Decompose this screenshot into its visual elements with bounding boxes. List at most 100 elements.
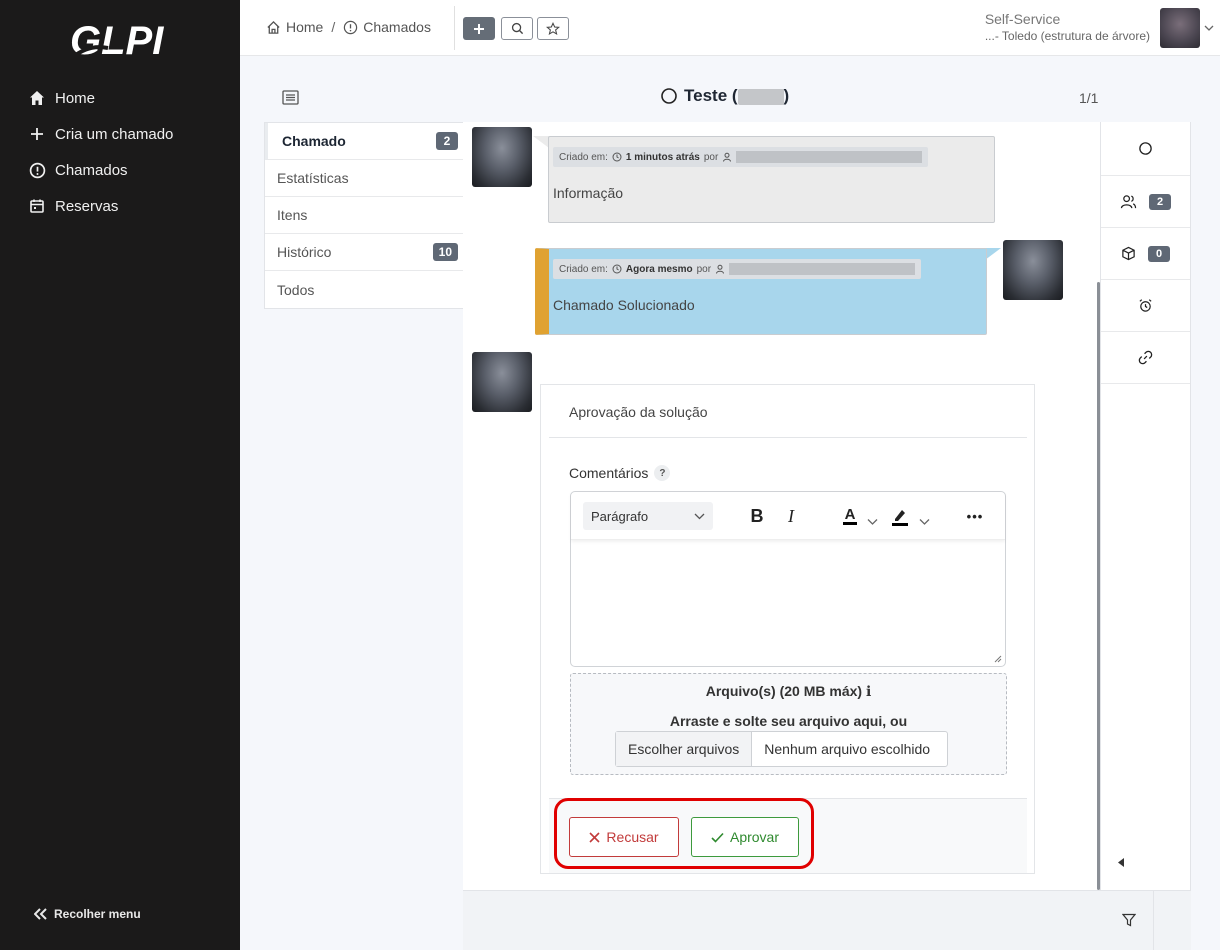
logo-text: GLPI (70, 19, 164, 63)
timeline-footer (463, 890, 1191, 950)
tab-items[interactable]: Itens (265, 197, 463, 234)
sidebar-item-label: Cria um chamado (55, 125, 174, 143)
calendar-icon (28, 197, 46, 215)
scrollbar[interactable] (1097, 282, 1100, 890)
profile-name: Self-Service (984, 11, 1061, 27)
by-label: por (703, 151, 719, 163)
created-label: Criado em: (559, 151, 608, 163)
editor-toolbar: Parágrafo B I A ••• (571, 492, 1005, 540)
items-button[interactable]: 0 (1101, 228, 1190, 280)
clock-icon (612, 264, 622, 274)
double-chevron-left-icon (34, 908, 48, 920)
actors-button[interactable]: 2 (1101, 176, 1190, 228)
resize-handle-icon[interactable] (993, 654, 1002, 663)
dropzone-title-text: Arquivo(s) (20 MB máx) (705, 683, 863, 699)
breadcrumb-tickets[interactable]: Chamados (343, 19, 431, 35)
font-color-button[interactable]: A (839, 504, 861, 528)
bold-button[interactable]: B (747, 504, 767, 528)
font-color-label: A (842, 506, 858, 525)
sidebar-item-tickets[interactable]: Chamados (0, 152, 240, 188)
search-button[interactable] (501, 17, 533, 40)
filter-timeline-button[interactable] (1104, 890, 1154, 950)
entity-label: ...- Toledo (estrutura de árvore) (984, 29, 1150, 43)
breadcrumb-separator: / (331, 19, 336, 35)
ticket-pager: 1/1 (1079, 90, 1099, 106)
info-icon[interactable]: ℹ (866, 683, 871, 699)
created-label: Criado em: (559, 263, 608, 275)
tab-count-badge: 10 (432, 243, 458, 261)
sidebar-item-create-ticket[interactable]: Cria um chamado (0, 116, 240, 152)
paragraph-format-select[interactable]: Parágrafo (583, 502, 713, 530)
breadcrumb-home[interactable]: Home (266, 19, 323, 35)
italic-button[interactable]: I (781, 504, 801, 528)
user-icon (723, 152, 732, 162)
bookmark-button[interactable] (537, 17, 569, 40)
marker-icon (892, 510, 908, 526)
by-label: por (696, 263, 712, 275)
help-icon[interactable]: ? (654, 465, 671, 481)
actors-count-badge: 2 (1149, 193, 1171, 210)
tab-count-badge: 2 (436, 132, 458, 150)
sidebar-item-label: Chamados (55, 161, 128, 179)
created-time: 1 minutos atrás (625, 151, 700, 163)
add-button[interactable] (463, 17, 495, 40)
alert-circle-icon (28, 161, 46, 179)
tab-statistics[interactable]: Estatísticas (265, 160, 463, 197)
comments-label: Comentários ? (569, 465, 671, 481)
collapse-menu-button[interactable]: Recolher menu (34, 907, 141, 921)
chevron-down-icon (694, 513, 705, 519)
author-avatar (472, 352, 532, 412)
ticket-title-close: ) (783, 86, 790, 105)
toggle-list-icon[interactable] (282, 90, 299, 105)
sidebar-item-home[interactable]: Home (0, 80, 240, 116)
tab-label: Todos (277, 281, 315, 298)
sidebar-item-label: Home (55, 89, 96, 107)
divider (549, 437, 1027, 438)
status-new-icon (661, 88, 677, 104)
approve-button[interactable]: Aprovar (691, 817, 799, 857)
refuse-label: Recusar (606, 829, 659, 845)
tab-all[interactable]: Todos (265, 271, 463, 308)
alert-circle-icon (344, 20, 358, 34)
breadcrumb: Home / Chamados (266, 19, 431, 35)
author-avatar (472, 127, 532, 187)
file-dropzone[interactable]: Arquivo(s) (20 MB máx) ℹ Arraste e solte… (570, 673, 1007, 775)
sidebar-item-reservations[interactable]: Reservas (0, 188, 240, 224)
ticket-title: Teste () (660, 86, 789, 106)
more-options-button[interactable]: ••• (963, 504, 987, 528)
dropzone-title: Arquivo(s) (20 MB máx) ℹ (571, 683, 1006, 700)
linked-tickets-button[interactable] (1101, 332, 1190, 384)
tab-ticket[interactable]: Chamado 2 (265, 123, 463, 160)
status-button[interactable] (1101, 122, 1190, 176)
ticket-title-text: Teste ( (684, 86, 738, 105)
chevron-down-icon[interactable] (1204, 24, 1214, 32)
refuse-button[interactable]: Recusar (569, 817, 679, 857)
tab-label: Itens (277, 207, 308, 223)
highlight-color-button[interactable] (889, 504, 911, 528)
sidebar-nav: Home Cria um chamado Chamados Reservas (0, 80, 240, 224)
chevron-down-icon[interactable] (867, 510, 878, 534)
home-icon (28, 89, 46, 107)
choose-files-button[interactable]: Escolher arquivos (616, 732, 753, 766)
items-count-badge: 0 (1148, 245, 1170, 262)
approve-label: Aprovar (729, 829, 780, 845)
users-icon (1120, 195, 1137, 209)
link-icon (1138, 350, 1153, 365)
collapse-panel-icon[interactable] (1118, 858, 1125, 867)
profile-info[interactable]: Self-Service ...- Toledo (estrutura de á… (985, 11, 1150, 43)
file-input[interactable]: Escolher arquivos Nenhum arquivo escolhi… (615, 731, 949, 767)
glpi-logo[interactable]: GLPI (68, 14, 178, 64)
comment-editor[interactable]: Parágrafo B I A ••• (570, 491, 1006, 667)
ticket-side-actions: 2 0 (1100, 122, 1191, 890)
ticket-tabs: Chamado 2 Estatísticas Itens Histórico 1… (264, 122, 464, 309)
dropzone-instructions: Arraste e solte seu arquivo aqui, ou (669, 713, 908, 729)
solution-bubble: Criado em: Agora mesmo por Chamado Soluc… (535, 248, 987, 335)
user-avatar[interactable] (1160, 8, 1200, 48)
close-icon (589, 831, 600, 843)
tab-history[interactable]: Histórico 10 (265, 234, 463, 271)
chevron-down-icon[interactable] (919, 510, 930, 534)
sla-button[interactable] (1101, 280, 1190, 332)
tab-label: Estatísticas (277, 170, 349, 186)
breadcrumb-tickets-label: Chamados (363, 19, 431, 35)
user-icon (716, 264, 725, 274)
